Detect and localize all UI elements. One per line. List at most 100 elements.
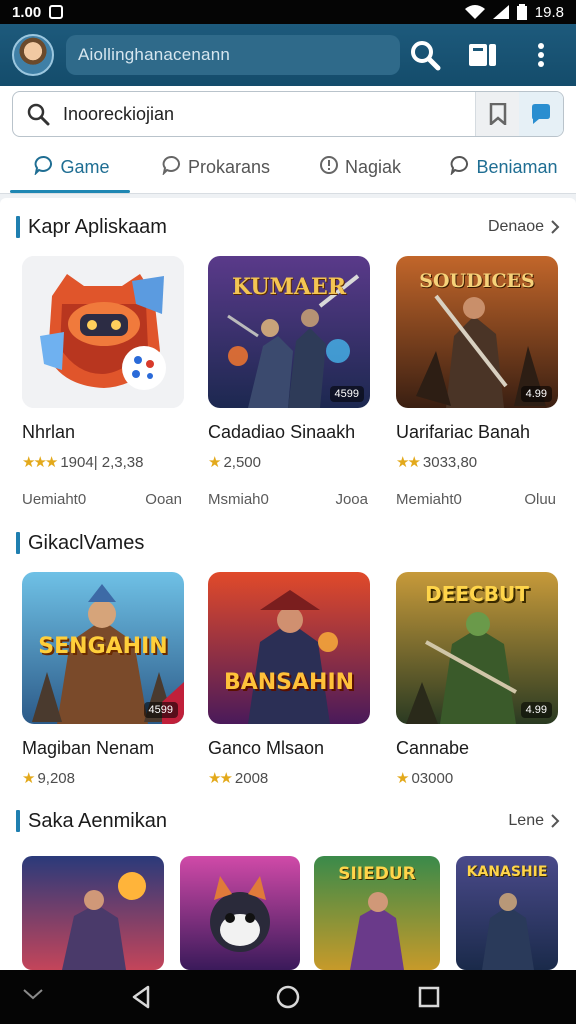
meta-right: Ooan xyxy=(145,491,182,508)
more-vert-icon[interactable] xyxy=(524,38,558,72)
star-icon: ★ xyxy=(22,770,36,787)
app-name: Nhrlan xyxy=(22,422,76,442)
app-meta: Msmiah0 Jooa xyxy=(208,491,370,508)
app-thumbnail: BANSAHIN xyxy=(208,572,370,724)
section-title: Saka Aenmikan xyxy=(28,809,167,832)
section-recommended: Saka Aenmikan Lene xyxy=(0,806,576,836)
tab-label: Beniaman xyxy=(476,157,558,177)
app-name: Ganco Mlsaon xyxy=(208,738,325,758)
library-icon[interactable] xyxy=(466,38,500,72)
app-name: Magiban Nenam xyxy=(22,738,155,758)
chat-bubble-icon xyxy=(34,155,54,180)
thumbnail-title: BANSAHIN xyxy=(223,670,355,695)
home-icon[interactable] xyxy=(276,985,300,1009)
section-games: GikaclVames xyxy=(0,528,576,558)
rating-value: 03000 xyxy=(411,769,454,787)
app-card[interactable]: Nhrlan ★★★ 1904| 2,3,38 Uemiaht0 Ooan xyxy=(22,256,184,508)
section-title: Kapr Apliskaam xyxy=(28,215,167,238)
app-card[interactable]: KANASHIE xyxy=(456,856,558,970)
thumbnail-title: KANASHIE xyxy=(466,864,548,880)
app-card[interactable] xyxy=(180,856,300,970)
app-thumbnail: SENGAHIN 4599 xyxy=(22,572,184,724)
app-card[interactable]: SIIEDUR xyxy=(314,856,440,970)
app-card[interactable]: KUMAER 4599 Cadadiao Sinaakh ★ 2,500 Msm… xyxy=(208,256,370,508)
status-bar: 1.00 19.8 xyxy=(0,0,576,24)
star-icon: ★ xyxy=(208,454,222,471)
see-more-link[interactable]: Denaoe xyxy=(488,218,560,236)
search-icon[interactable] xyxy=(408,38,442,72)
section-title: GikaclVames xyxy=(28,531,145,554)
app-thumbnail: DEECBUT 4.99 xyxy=(396,572,558,724)
tab-bar: Game Prokarans Nagiak Beniaman xyxy=(0,142,576,194)
tab-label: Nagiak xyxy=(344,157,402,177)
meta-right: Jooa xyxy=(335,491,368,508)
rating-value: 9,208 xyxy=(37,769,75,787)
thumbnail-title: SENGAHIN xyxy=(38,634,168,659)
search-row: Inooreckiojian xyxy=(0,86,576,142)
search-input[interactable]: Inooreckiojian xyxy=(63,104,475,125)
app-card[interactable]: BANSAHIN Ganco Mlsaon ★★ 2008 xyxy=(208,572,370,787)
chat-bubble-icon xyxy=(450,155,470,180)
meta-left: Memiaht0 xyxy=(396,491,462,508)
rating-value: 1904| 2,3,38 xyxy=(60,453,144,471)
chevron-right-icon xyxy=(551,814,560,828)
content-area: Kapr Apliskaam Denaoe Nhrlan ★★★ 1904| 2… xyxy=(0,198,576,970)
wifi-icon xyxy=(464,5,485,19)
section-top-apps: Kapr Apliskaam Denaoe xyxy=(0,212,576,242)
price-badge: 4.99 xyxy=(520,702,552,718)
section-marker xyxy=(16,810,20,832)
tab-label: Prokarans xyxy=(187,157,271,177)
thumbnail-title: SOUDICES xyxy=(419,270,535,292)
price-badge: 4599 xyxy=(143,702,178,718)
app-card[interactable] xyxy=(22,856,164,970)
thumbnail-title: DEECBUT xyxy=(425,582,529,606)
thumbnail-title: SIIEDUR xyxy=(338,864,416,884)
avatar[interactable] xyxy=(12,34,54,76)
app-card[interactable]: DEECBUT 4.99 Cannabe ★ 03000 xyxy=(396,572,558,787)
chevron-right-icon xyxy=(551,220,560,234)
see-more-label: Denaoe xyxy=(487,218,544,235)
back-icon[interactable] xyxy=(130,985,152,1009)
app-meta: Memiaht0 Oluu xyxy=(396,491,558,508)
app-rating: ★ 9,208 xyxy=(22,769,184,788)
search-icon xyxy=(13,102,63,126)
app-thumbnail xyxy=(22,256,184,408)
app-rating: ★★ 2008 xyxy=(208,769,370,788)
recents-icon[interactable] xyxy=(418,986,440,1008)
meta-left: Uemiaht0 xyxy=(22,491,87,508)
app-thumbnail: KUMAER 4599 xyxy=(208,256,370,408)
tab-beniaman[interactable]: Beniaman xyxy=(432,142,576,193)
tab-label: Game xyxy=(60,157,110,177)
app-rating: ★ 03000 xyxy=(396,769,558,788)
meta-left: Msmiah0 xyxy=(208,491,269,508)
star-icon: ★★ xyxy=(396,454,421,471)
bookmark-icon[interactable] xyxy=(475,92,519,136)
chat-icon[interactable] xyxy=(519,92,563,136)
tab-game[interactable]: Game xyxy=(0,142,144,193)
battery-level: 19.8 xyxy=(534,3,564,21)
tab-nagiak[interactable]: Nagiak xyxy=(288,142,432,193)
system-nav-bar xyxy=(0,970,576,1024)
app-name: Cannabe xyxy=(396,738,470,758)
app-bar: Aiollinghanacenann xyxy=(0,24,576,86)
star-icon: ★★★ xyxy=(22,454,58,471)
star-icon: ★★ xyxy=(208,770,233,787)
rating-value: 3033,80 xyxy=(422,453,478,471)
app-rating: ★ 2,500 xyxy=(208,453,370,472)
app-card[interactable]: SENGAHIN 4599 Magiban Nenam ★ 9,208 xyxy=(22,572,184,787)
battery-icon xyxy=(516,4,527,20)
notification-icon xyxy=(49,5,64,19)
price-badge: 4599 xyxy=(329,386,364,402)
app-rating: ★★ 3033,80 xyxy=(396,453,558,472)
app-search-field[interactable]: Aiollinghanacenann xyxy=(66,35,400,75)
signal-icon xyxy=(492,5,509,19)
search-box[interactable]: Inooreckiojian xyxy=(12,91,564,137)
section-marker xyxy=(16,216,20,238)
status-time: 1.00 xyxy=(12,3,42,21)
tab-prokarans[interactable]: Prokarans xyxy=(144,142,288,193)
see-more-link[interactable]: Lene xyxy=(508,812,560,830)
star-icon: ★ xyxy=(396,770,410,787)
app-thumbnail: SOUDICES 4.99 xyxy=(396,256,558,408)
app-card[interactable]: SOUDICES 4.99 Uarifariac Banah ★★ 3033,8… xyxy=(396,256,558,508)
chevron-down-icon[interactable] xyxy=(22,987,44,1001)
